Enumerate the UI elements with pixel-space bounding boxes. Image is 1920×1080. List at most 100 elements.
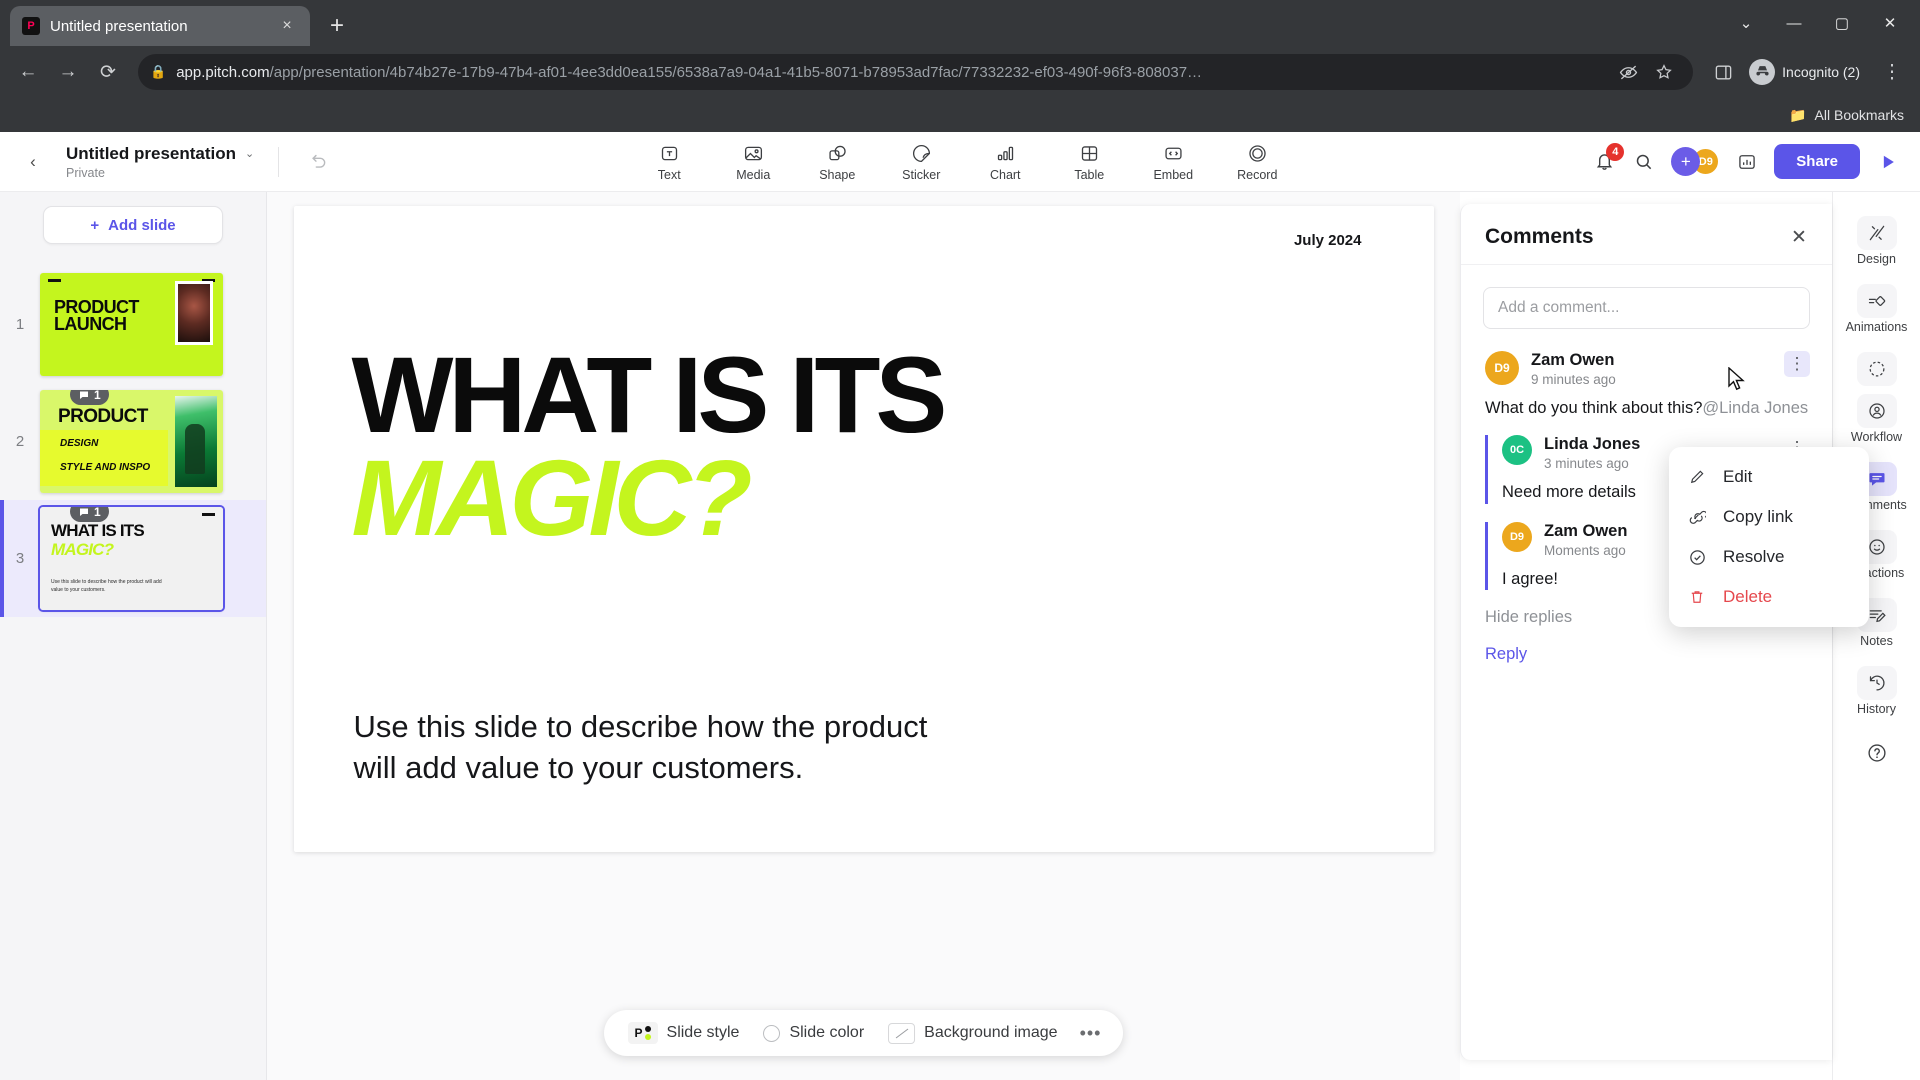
slide-number: 3: [15, 550, 25, 567]
notifications-button[interactable]: 4: [1591, 142, 1625, 175]
profile-button[interactable]: Incognito (2): [1745, 55, 1870, 89]
new-tab-button[interactable]: +: [320, 9, 354, 43]
play-icon[interactable]: [1874, 152, 1902, 172]
slide-thumbnail-row-3[interactable]: 3 1 WHAT IS ITS MAGIC? Use this slide to…: [0, 500, 266, 617]
window-close-button[interactable]: ✕: [1868, 8, 1912, 38]
no-image-icon: [888, 1022, 916, 1044]
chevron-down-icon[interactable]: ⌄: [1724, 8, 1768, 38]
comment-count-badge: 1: [70, 390, 109, 405]
window-controls: ⌄ — ▢ ✕: [1724, 8, 1912, 38]
tool-shape[interactable]: Shape: [809, 141, 865, 182]
minimize-button[interactable]: —: [1772, 8, 1816, 38]
forward-icon[interactable]: →: [50, 54, 86, 90]
slide-heading-accent[interactable]: MAGIC?: [352, 443, 753, 551]
thumb-image: [175, 281, 213, 345]
slide-thumbnail[interactable]: 1 WHAT IS ITS MAGIC? Use this slide to d…: [38, 505, 225, 612]
slide-style-toolbar: P Slide style Slide color Background ima…: [603, 1010, 1124, 1056]
avatar[interactable]: D9: [1485, 351, 1519, 385]
help-icon[interactable]: [1860, 736, 1894, 770]
tool-chart[interactable]: Chart: [977, 141, 1033, 182]
context-menu-item-edit[interactable]: Edit: [1669, 457, 1869, 497]
slides-panel: + Add slide 1 PRODUCT LAUNCH 2 1 PRODUCT…: [0, 192, 267, 1080]
visibility-label: Private: [66, 165, 105, 180]
browser-toolbar: ← → ⟳ 🔒 app.pitch.com/app/presentation/4…: [0, 46, 1920, 98]
app-header: ‹ Untitled presentation ⌄ Private Text M…: [0, 132, 1920, 192]
side-panel-icon[interactable]: [1705, 54, 1741, 90]
slide-thumbnail-row-2[interactable]: 2 1 PRODUCT DESIGN STYLE AND INSPO: [0, 383, 266, 500]
slide-heading[interactable]: WHAT IS ITS: [352, 340, 948, 448]
slide-thumbnail[interactable]: 1 PRODUCT DESIGN STYLE AND INSPO: [40, 390, 223, 493]
header-actions: 4 + D9 Share: [1591, 142, 1902, 179]
slide-number: 1: [15, 316, 25, 333]
reply-link[interactable]: Reply: [1485, 645, 1810, 664]
insert-toolbar: Text Media Shape Sticker Chart Table Emb…: [345, 141, 1581, 182]
background-image-button[interactable]: Background image: [882, 1022, 1063, 1044]
comment-options-icon[interactable]: ⋮: [1784, 351, 1810, 377]
add-comment-input[interactable]: Add a comment...: [1483, 287, 1810, 329]
design-brushes-icon: [1856, 216, 1897, 250]
comment-count: 1: [94, 390, 101, 402]
add-slide-label: Add slide: [108, 216, 176, 234]
incognito-avatar: [1749, 59, 1776, 85]
tool-sticker[interactable]: Sticker: [893, 141, 949, 182]
add-slide-button[interactable]: + Add slide: [43, 206, 223, 244]
image-icon: [743, 141, 764, 165]
rail-item-history[interactable]: History: [1838, 658, 1916, 724]
share-button[interactable]: Share: [1774, 144, 1860, 179]
style-swatch-icon: P: [627, 1022, 658, 1044]
slide-color-label: Slide color: [789, 1024, 865, 1041]
tool-text[interactable]: Text: [641, 141, 697, 182]
address-bar[interactable]: 🔒 app.pitch.com/app/presentation/4b74b27…: [138, 54, 1694, 90]
rail-item-animations[interactable]: Animations: [1838, 276, 1916, 342]
context-menu-item-delete[interactable]: Delete: [1669, 577, 1869, 617]
slide-thumbnail[interactable]: PRODUCT LAUNCH: [40, 273, 223, 376]
hidden-eye-icon[interactable]: [1619, 63, 1645, 82]
tab-strip: P Untitled presentation × + ⌄ — ▢ ✕: [0, 0, 1920, 46]
close-icon[interactable]: ✕: [1786, 224, 1812, 250]
avatar[interactable]: D9: [1502, 521, 1532, 552]
rail-label: Workflow: [1850, 430, 1903, 444]
comments-title: Comments: [1485, 225, 1594, 248]
context-menu-label: Delete: [1723, 587, 1773, 606]
tool-record[interactable]: Record: [1229, 141, 1285, 182]
folder-icon: 📁: [1789, 106, 1807, 123]
site-info-icon[interactable]: 🔒: [150, 64, 166, 80]
rail-item-design[interactable]: Design: [1838, 208, 1916, 274]
avatar[interactable]: 0C: [1502, 435, 1532, 466]
rail-item-workflow[interactable]: Workflow: [1838, 344, 1916, 452]
tool-embed[interactable]: Embed: [1145, 141, 1201, 182]
rail-label: Design: [1857, 252, 1896, 266]
tool-media[interactable]: Media: [725, 141, 781, 182]
context-menu-item-resolve[interactable]: Resolve: [1669, 537, 1869, 577]
comment-context-menu: Edit Copy link Resolve Delete: [1669, 447, 1869, 627]
more-options-icon[interactable]: •••: [1076, 1023, 1106, 1044]
shape-icon: [827, 141, 848, 165]
browser-menu-icon[interactable]: ⋮: [1874, 54, 1910, 90]
back-icon[interactable]: ←: [10, 54, 46, 90]
search-icon[interactable]: [1631, 149, 1657, 175]
context-menu-item-copy-link[interactable]: Copy link: [1669, 497, 1869, 537]
comment-root: D9 Zam Owen 9 minutes ago ⋮: [1485, 351, 1810, 387]
slide-color-button[interactable]: Slide color: [757, 1024, 870, 1042]
slide-editor[interactable]: July 2024 WHAT IS ITS MAGIC? Use this sl…: [293, 206, 1434, 852]
slide-body-text[interactable]: Use this slide to describe how the produ…: [354, 706, 928, 788]
context-menu-label: Edit: [1723, 467, 1753, 486]
close-icon[interactable]: ×: [276, 15, 298, 37]
chevron-down-icon[interactable]: ⌄: [245, 147, 254, 160]
slide-style-button[interactable]: P Slide style: [622, 1022, 746, 1044]
slide-date[interactable]: July 2024: [1294, 232, 1362, 249]
maximize-button[interactable]: ▢: [1820, 8, 1864, 38]
undo-icon[interactable]: [303, 146, 335, 178]
thumb-subtitle: DESIGN: [60, 438, 99, 449]
presentation-title-block: Untitled presentation ⌄ Private: [66, 144, 254, 180]
reload-icon[interactable]: ⟳: [90, 54, 126, 90]
tool-table[interactable]: Table: [1061, 141, 1117, 182]
slide-thumbnail-row-1[interactable]: 1 PRODUCT LAUNCH: [0, 266, 266, 383]
analytics-icon[interactable]: [1734, 149, 1760, 175]
bookmark-star-icon[interactable]: [1655, 63, 1681, 81]
browser-tab[interactable]: P Untitled presentation ×: [10, 6, 310, 46]
context-menu-label: Copy link: [1723, 507, 1793, 526]
page-title[interactable]: Untitled presentation: [66, 144, 236, 164]
back-to-dashboard-icon[interactable]: ‹: [18, 147, 48, 177]
all-bookmarks-label[interactable]: All Bookmarks: [1815, 107, 1904, 123]
